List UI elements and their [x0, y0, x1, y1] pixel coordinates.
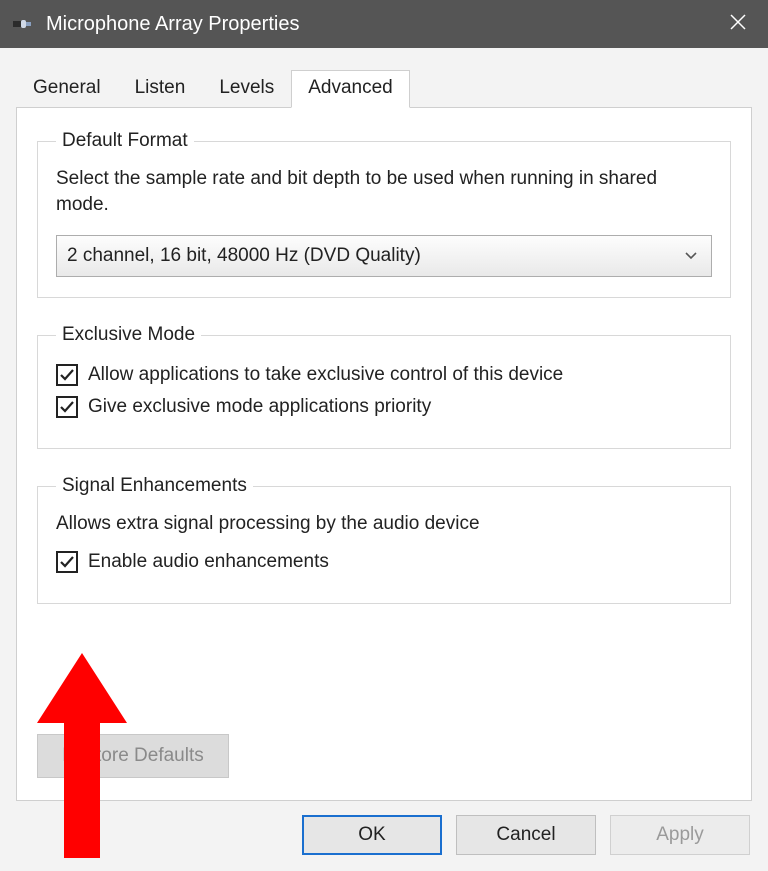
enable-audio-enhancements-checkbox[interactable]: Enable audio enhancements: [56, 551, 712, 573]
checkbox-icon: [56, 551, 78, 573]
checkbox-icon: [56, 364, 78, 386]
client-area: General Listen Levels Advanced Default F…: [0, 48, 768, 871]
signal-enhancements-description: Allows extra signal processing by the au…: [56, 511, 712, 537]
close-button[interactable]: [708, 0, 768, 48]
allow-exclusive-label: Allow applications to take exclusive con…: [88, 364, 563, 386]
default-format-selected: 2 channel, 16 bit, 48000 Hz (DVD Quality…: [67, 245, 679, 267]
restore-defaults-button[interactable]: Restore Defaults: [37, 734, 229, 778]
tab-levels[interactable]: Levels: [202, 70, 291, 108]
give-priority-checkbox[interactable]: Give exclusive mode applications priorit…: [56, 396, 712, 418]
give-priority-label: Give exclusive mode applications priorit…: [88, 396, 431, 418]
tab-strip: General Listen Levels Advanced: [2, 50, 766, 108]
titlebar: Microphone Array Properties: [0, 0, 768, 48]
tab-listen[interactable]: Listen: [118, 70, 203, 108]
allow-exclusive-checkbox[interactable]: Allow applications to take exclusive con…: [56, 364, 712, 386]
window-title: Microphone Array Properties: [46, 13, 708, 36]
exclusive-mode-group: Exclusive Mode Allow applications to tak…: [37, 324, 731, 449]
apply-button[interactable]: Apply: [610, 815, 750, 855]
cancel-button[interactable]: Cancel: [456, 815, 596, 855]
chevron-down-icon: [679, 251, 703, 261]
ok-button[interactable]: OK: [302, 815, 442, 855]
checkbox-icon: [56, 396, 78, 418]
properties-dialog: Microphone Array Properties General List…: [0, 0, 768, 871]
default-format-group: Default Format Select the sample rate an…: [37, 130, 731, 298]
signal-enhancements-legend: Signal Enhancements: [56, 475, 253, 497]
close-icon: [730, 14, 746, 35]
advanced-tab-panel: Default Format Select the sample rate an…: [16, 107, 752, 801]
tab-advanced[interactable]: Advanced: [291, 70, 410, 108]
dialog-button-row: OK Cancel Apply: [2, 801, 766, 871]
signal-enhancements-group: Signal Enhancements Allows extra signal …: [37, 475, 731, 604]
enable-audio-enhancements-label: Enable audio enhancements: [88, 551, 329, 573]
tab-general[interactable]: General: [16, 70, 118, 108]
exclusive-mode-legend: Exclusive Mode: [56, 324, 201, 346]
default-format-legend: Default Format: [56, 130, 194, 152]
default-format-description: Select the sample rate and bit depth to …: [56, 166, 712, 217]
microphone-icon: [12, 13, 34, 35]
default-format-dropdown[interactable]: 2 channel, 16 bit, 48000 Hz (DVD Quality…: [56, 235, 712, 277]
